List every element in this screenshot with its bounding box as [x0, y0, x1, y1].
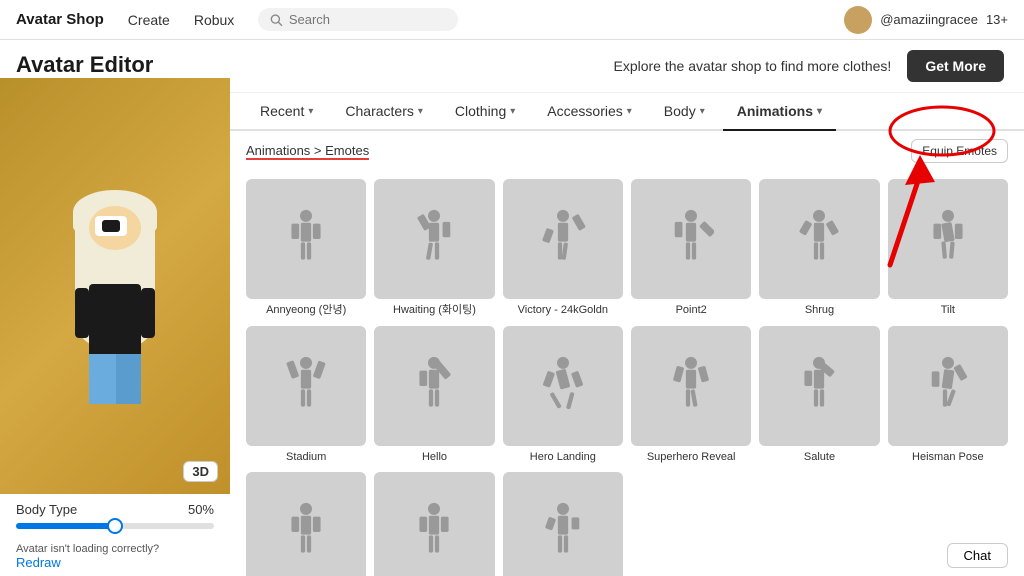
- emote-thumb: [374, 326, 494, 446]
- emote-thumb: [759, 179, 879, 299]
- redraw-link[interactable]: Redraw: [16, 555, 214, 570]
- chevron-down-icon: ▾: [817, 106, 822, 117]
- emote-label: Tilt: [941, 303, 955, 317]
- chevron-down-icon: ▾: [700, 106, 705, 117]
- user-age-label: 13+: [986, 12, 1008, 27]
- emote-thumb: [503, 472, 623, 576]
- emote-point2[interactable]: Point2: [631, 179, 751, 318]
- emote-stadium[interactable]: Stadium: [246, 326, 366, 465]
- emote-label: Hwaiting (화이팅): [393, 303, 476, 317]
- emote-annyeong[interactable]: Annyeong (안녕): [246, 179, 366, 318]
- emote-label: Shrug: [805, 303, 834, 317]
- emote-thumb: [759, 326, 879, 446]
- left-panel: Avatar Editor: [0, 40, 230, 576]
- emote-thumb: [246, 179, 366, 299]
- emote-thumb: [246, 472, 366, 576]
- emote-thumb: [631, 179, 751, 299]
- nav-robux[interactable]: Robux: [194, 12, 234, 28]
- emote-hero-landing[interactable]: Hero Landing: [503, 326, 623, 465]
- body-type-value: 50%: [188, 502, 214, 517]
- body-type-label: Body Type: [16, 502, 77, 517]
- 3d-badge[interactable]: 3D: [183, 461, 218, 482]
- emote-label: Heisman Pose: [912, 450, 984, 464]
- emotes-grid: Annyeong (안녕) Hwaiting (화이팅): [230, 171, 1024, 576]
- emote-label: Hello: [422, 450, 447, 464]
- user-avatar-icon: [844, 6, 872, 34]
- emote-thumb: [503, 326, 623, 446]
- search-icon: [270, 13, 283, 27]
- tab-animations[interactable]: Animations ▾: [723, 93, 836, 131]
- emote-label: Hero Landing: [530, 450, 596, 464]
- tab-recent[interactable]: Recent ▾: [246, 93, 327, 131]
- emote-thumb: [374, 472, 494, 576]
- emote-thumb: [631, 326, 751, 446]
- chevron-down-icon: ▾: [510, 106, 515, 117]
- search-box[interactable]: [258, 8, 458, 31]
- emote-thumb: [888, 326, 1008, 446]
- emote-victory[interactable]: Victory - 24kGoldn: [503, 179, 623, 318]
- emote-thumb: [374, 179, 494, 299]
- category-tabs: Recent ▾ Characters ▾ Clothing ▾ Accesso…: [230, 93, 1024, 131]
- search-input[interactable]: [289, 12, 446, 27]
- emote-label: Point2: [676, 303, 707, 317]
- emote-label: Annyeong (안녕): [266, 303, 346, 317]
- breadcrumb-row: Animations > Emotes Equip Emotes: [230, 131, 1024, 171]
- tab-clothing[interactable]: Clothing ▾: [441, 93, 529, 131]
- get-more-button[interactable]: Get More: [907, 50, 1004, 82]
- tab-accessories[interactable]: Accessories ▾: [533, 93, 646, 131]
- main-layout: Avatar Editor: [0, 40, 1024, 576]
- chevron-down-icon: ▾: [308, 106, 313, 117]
- loading-error-text: Avatar isn't loading correctly?: [16, 543, 159, 555]
- user-area: @amaziingracee 13+: [844, 6, 1008, 34]
- emote-extra2[interactable]: [374, 472, 494, 576]
- chevron-down-icon: ▾: [418, 106, 423, 117]
- avatar-footer: Avatar isn't loading correctly? Redraw: [0, 537, 230, 576]
- emote-tilt[interactable]: Tilt: [888, 179, 1008, 318]
- tab-body[interactable]: Body ▾: [650, 93, 719, 131]
- avatar-preview: 3D: [0, 78, 230, 494]
- equip-emotes-button[interactable]: Equip Emotes: [911, 139, 1008, 163]
- emote-label: Victory - 24kGoldn: [518, 303, 608, 317]
- top-nav: Avatar Shop Create Robux @amaziingracee …: [0, 0, 1024, 40]
- emote-label: Superhero Reveal: [647, 450, 736, 464]
- body-type-slider[interactable]: [16, 523, 214, 529]
- emote-hello[interactable]: Hello: [374, 326, 494, 465]
- username-label: @amaziingracee: [880, 12, 978, 27]
- emote-salute[interactable]: Salute: [759, 326, 879, 465]
- page-title: Avatar Editor: [0, 40, 230, 78]
- avatar-controls: Body Type 50%: [0, 494, 230, 537]
- nav-create[interactable]: Create: [128, 12, 170, 28]
- explore-text: Explore the avatar shop to find more clo…: [613, 58, 891, 74]
- tab-characters[interactable]: Characters ▾: [331, 93, 437, 131]
- emote-label: Stadium: [286, 450, 326, 464]
- emote-thumb: [246, 326, 366, 446]
- emote-superhero-reveal[interactable]: Superhero Reveal: [631, 326, 751, 465]
- site-logo: Avatar Shop: [16, 11, 104, 28]
- emote-shrug[interactable]: Shrug: [759, 179, 879, 318]
- emote-thumb: [888, 179, 1008, 299]
- breadcrumb: Animations > Emotes: [246, 143, 369, 160]
- chat-button[interactable]: Chat: [947, 543, 1008, 568]
- emote-hwaiting[interactable]: Hwaiting (화이팅): [374, 179, 494, 318]
- emote-extra3[interactable]: [503, 472, 623, 576]
- explore-banner: Explore the avatar shop to find more clo…: [230, 40, 1024, 93]
- emote-label: Salute: [804, 450, 835, 464]
- emote-heisman-pose[interactable]: Heisman Pose: [888, 326, 1008, 465]
- chevron-down-icon: ▾: [627, 106, 632, 117]
- right-content: Explore the avatar shop to find more clo…: [230, 40, 1024, 576]
- emote-extra1[interactable]: [246, 472, 366, 576]
- emote-thumb: [503, 179, 623, 299]
